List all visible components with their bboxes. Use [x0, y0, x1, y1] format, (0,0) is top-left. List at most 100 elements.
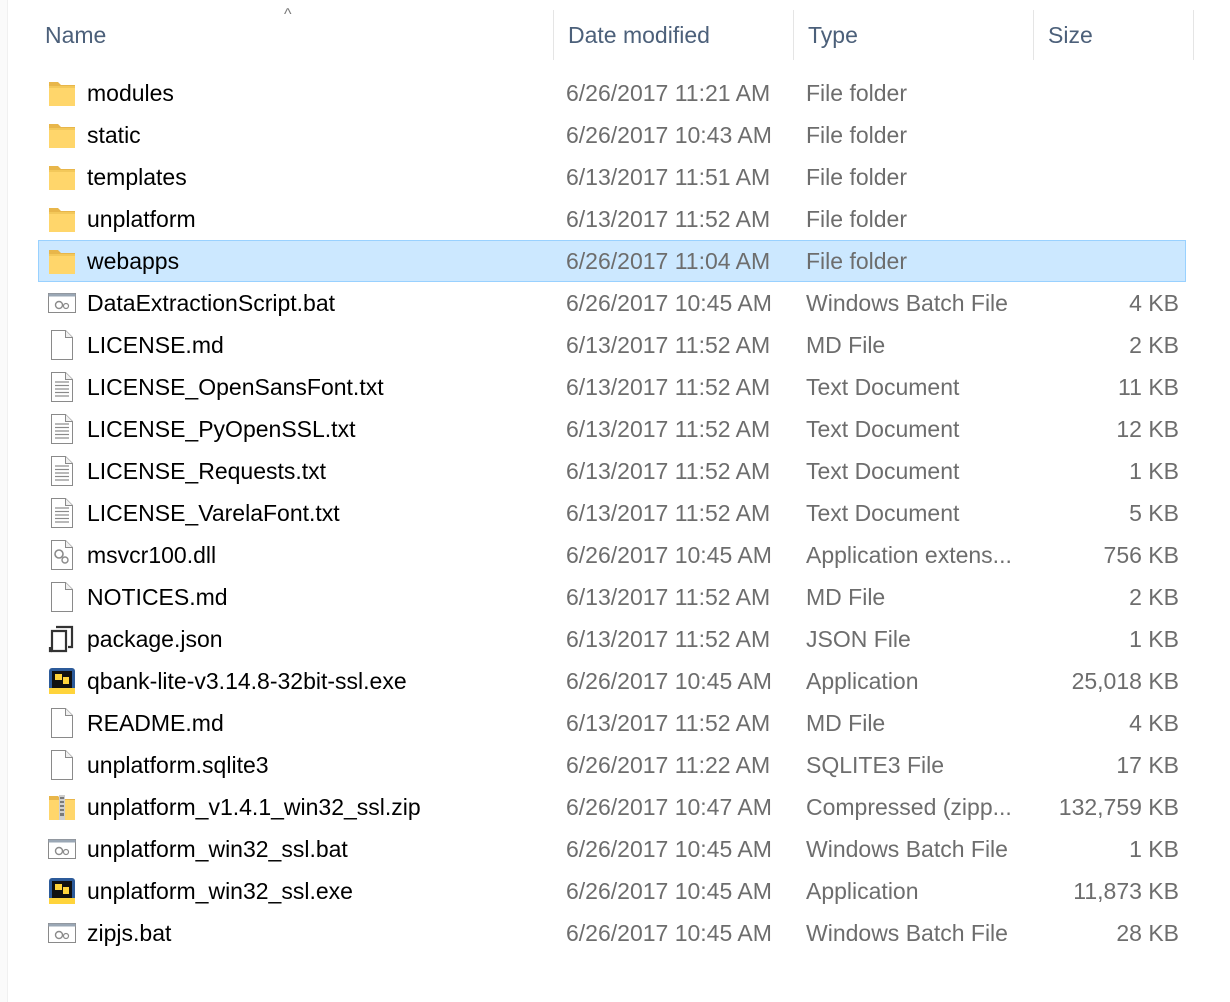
file-size: 4 KB [1129, 290, 1179, 316]
file-type: Compressed (zipp... [806, 794, 1012, 820]
folder-icon [47, 119, 77, 151]
file-type: File folder [806, 164, 907, 190]
file-row[interactable]: unplatform 6/13/2017 11:52 AM File folder [38, 198, 1186, 240]
file-type: SQLITE3 File [806, 752, 945, 778]
file-row[interactable]: LICENSE_OpenSansFont.txt 6/13/2017 11:52 … [38, 366, 1186, 408]
file-name: zipjs.bat [87, 920, 172, 946]
file-size [1039, 157, 1179, 197]
file-row[interactable]: package.json 6/13/2017 11:52 AM JSON File 1… [38, 618, 1186, 660]
file-row[interactable]: NOTICES.md 6/13/2017 11:52 AM MD File 2 KB [38, 576, 1186, 618]
file-name: static [87, 122, 141, 148]
file-size: 4 KB [1129, 710, 1179, 736]
blank-file-icon [47, 581, 77, 613]
file-name: webapps [87, 248, 180, 274]
file-row[interactable]: static 6/26/2017 10:43 AM File folder [38, 114, 1186, 156]
file-type: Application [806, 878, 919, 904]
column-header-date-modified[interactable]: Date modified [553, 10, 793, 60]
file-explorer-details-view: Name ^ Date modified Type Size modules 6/… [0, 0, 1230, 1002]
file-name: LICENSE_VarelaFont.txt [87, 500, 340, 526]
file-list: modules 6/26/2017 11:21 AM File folder stat… [38, 72, 1186, 954]
file-name: templates [87, 164, 187, 190]
file-row[interactable]: README.md 6/13/2017 11:52 AM MD File 4 KB [38, 702, 1186, 744]
python-exe-icon [47, 875, 77, 907]
batch-file-icon [47, 833, 77, 865]
column-header-type[interactable]: Type [793, 10, 1033, 60]
sort-ascending-icon: ^ [284, 6, 292, 23]
file-row[interactable]: webapps 6/26/2017 11:04 AM File folder [38, 240, 1186, 282]
column-header-type-label: Type [808, 22, 858, 48]
file-name: LICENSE_OpenSansFont.txt [87, 374, 384, 400]
file-row[interactable]: LICENSE_Requests.txt 6/13/2017 11:52 AM Te… [38, 450, 1186, 492]
file-type: Application [806, 668, 919, 694]
file-type: Windows Batch File [806, 290, 1008, 316]
file-row[interactable]: templates 6/13/2017 11:51 AM File folder [38, 156, 1186, 198]
text-file-icon [47, 413, 77, 445]
file-type: JSON File [806, 626, 911, 652]
file-size: 25,018 KB [1071, 668, 1179, 694]
file-name: qbank-lite-v3.14.8-32bit-ssl.exe [87, 668, 407, 694]
file-row[interactable]: unplatform.sqlite3 6/26/2017 11:22 AM SQLI… [38, 744, 1186, 786]
file-date-modified: 6/26/2017 10:45 AM [566, 542, 772, 568]
file-date-modified: 6/26/2017 10:43 AM [566, 122, 772, 148]
file-date-modified: 6/13/2017 11:52 AM [566, 500, 771, 526]
file-row[interactable]: LICENSE.md 6/13/2017 11:52 AM MD File 2 KB [38, 324, 1186, 366]
column-header-size[interactable]: Size [1033, 10, 1194, 60]
file-row[interactable]: modules 6/26/2017 11:21 AM File folder [38, 72, 1186, 114]
file-size: 1 KB [1129, 836, 1179, 862]
file-type: Windows Batch File [806, 836, 1008, 862]
file-row[interactable]: msvcr100.dll 6/26/2017 10:45 AM Applicatio… [38, 534, 1186, 576]
file-date-modified: 6/26/2017 11:04 AM [566, 248, 771, 274]
batch-file-icon [47, 287, 77, 319]
file-size: 17 KB [1116, 752, 1179, 778]
file-row[interactable]: LICENSE_VarelaFont.txt 6/13/2017 11:52 AM… [38, 492, 1186, 534]
file-date-modified: 6/26/2017 11:22 AM [566, 752, 771, 778]
file-type: Text Document [806, 416, 960, 442]
file-name: msvcr100.dll [87, 542, 217, 568]
file-date-modified: 6/26/2017 10:45 AM [566, 668, 772, 694]
file-date-modified: 6/13/2017 11:52 AM [566, 416, 771, 442]
file-name: LICENSE_PyOpenSSL.txt [87, 416, 356, 442]
file-type: Application extens... [806, 542, 1012, 568]
blank-file-icon [47, 707, 77, 739]
file-type: MD File [806, 584, 886, 610]
file-type: MD File [806, 332, 886, 358]
column-divider[interactable] [1193, 10, 1194, 60]
batch-file-icon [47, 917, 77, 949]
file-row[interactable]: DataExtractionScript.bat 6/26/2017 10:45 … [38, 282, 1186, 324]
file-size: 11 KB [1118, 374, 1179, 400]
blank-file-icon [47, 329, 77, 361]
file-row[interactable]: unplatform_win32_ssl.bat 6/26/2017 10:45 … [38, 828, 1186, 870]
file-row[interactable]: LICENSE_PyOpenSSL.txt 6/13/2017 11:52 AM T… [38, 408, 1186, 450]
file-size [1039, 73, 1179, 113]
file-date-modified: 6/13/2017 11:52 AM [566, 458, 771, 484]
file-date-modified: 6/13/2017 11:52 AM [566, 332, 771, 358]
file-type: Text Document [806, 458, 960, 484]
file-size: 756 KB [1103, 542, 1179, 568]
file-name: unplatform_v1.4.1_win32_ssl.zip [87, 794, 421, 820]
file-size: 2 KB [1129, 332, 1179, 358]
dll-file-icon [47, 539, 77, 571]
file-date-modified: 6/13/2017 11:51 AM [566, 164, 771, 190]
column-header-date-label: Date modified [568, 22, 710, 48]
file-name: unplatform.sqlite3 [87, 752, 269, 778]
file-row[interactable]: unplatform_win32_ssl.exe 6/26/2017 10:45 … [38, 870, 1186, 912]
file-date-modified: 6/26/2017 10:45 AM [566, 920, 772, 946]
file-name: unplatform [87, 206, 196, 232]
file-size: 2 KB [1129, 584, 1179, 610]
file-date-modified: 6/26/2017 11:21 AM [566, 80, 771, 106]
folder-icon [47, 77, 77, 109]
file-row[interactable]: zipjs.bat 6/26/2017 10:45 AM Windows Batch… [38, 912, 1186, 954]
file-date-modified: 6/26/2017 10:45 AM [566, 290, 772, 316]
file-date-modified: 6/26/2017 10:47 AM [566, 794, 772, 820]
file-row[interactable]: qbank-lite-v3.14.8-32bit-ssl.exe 6/26/201… [38, 660, 1186, 702]
file-date-modified: 6/13/2017 11:52 AM [566, 626, 771, 652]
column-header-name-label: Name [45, 22, 107, 48]
file-size: 28 KB [1116, 920, 1179, 946]
text-file-icon [47, 455, 77, 487]
file-size: 11,873 KB [1073, 878, 1179, 904]
column-header-bar: Name ^ Date modified Type Size [30, 6, 1194, 60]
python-exe-icon [47, 665, 77, 697]
file-row[interactable]: unplatform_v1.4.1_win32_ssl.zip 6/26/2017… [38, 786, 1186, 828]
folder-icon [47, 245, 77, 277]
file-date-modified: 6/26/2017 10:45 AM [566, 878, 772, 904]
